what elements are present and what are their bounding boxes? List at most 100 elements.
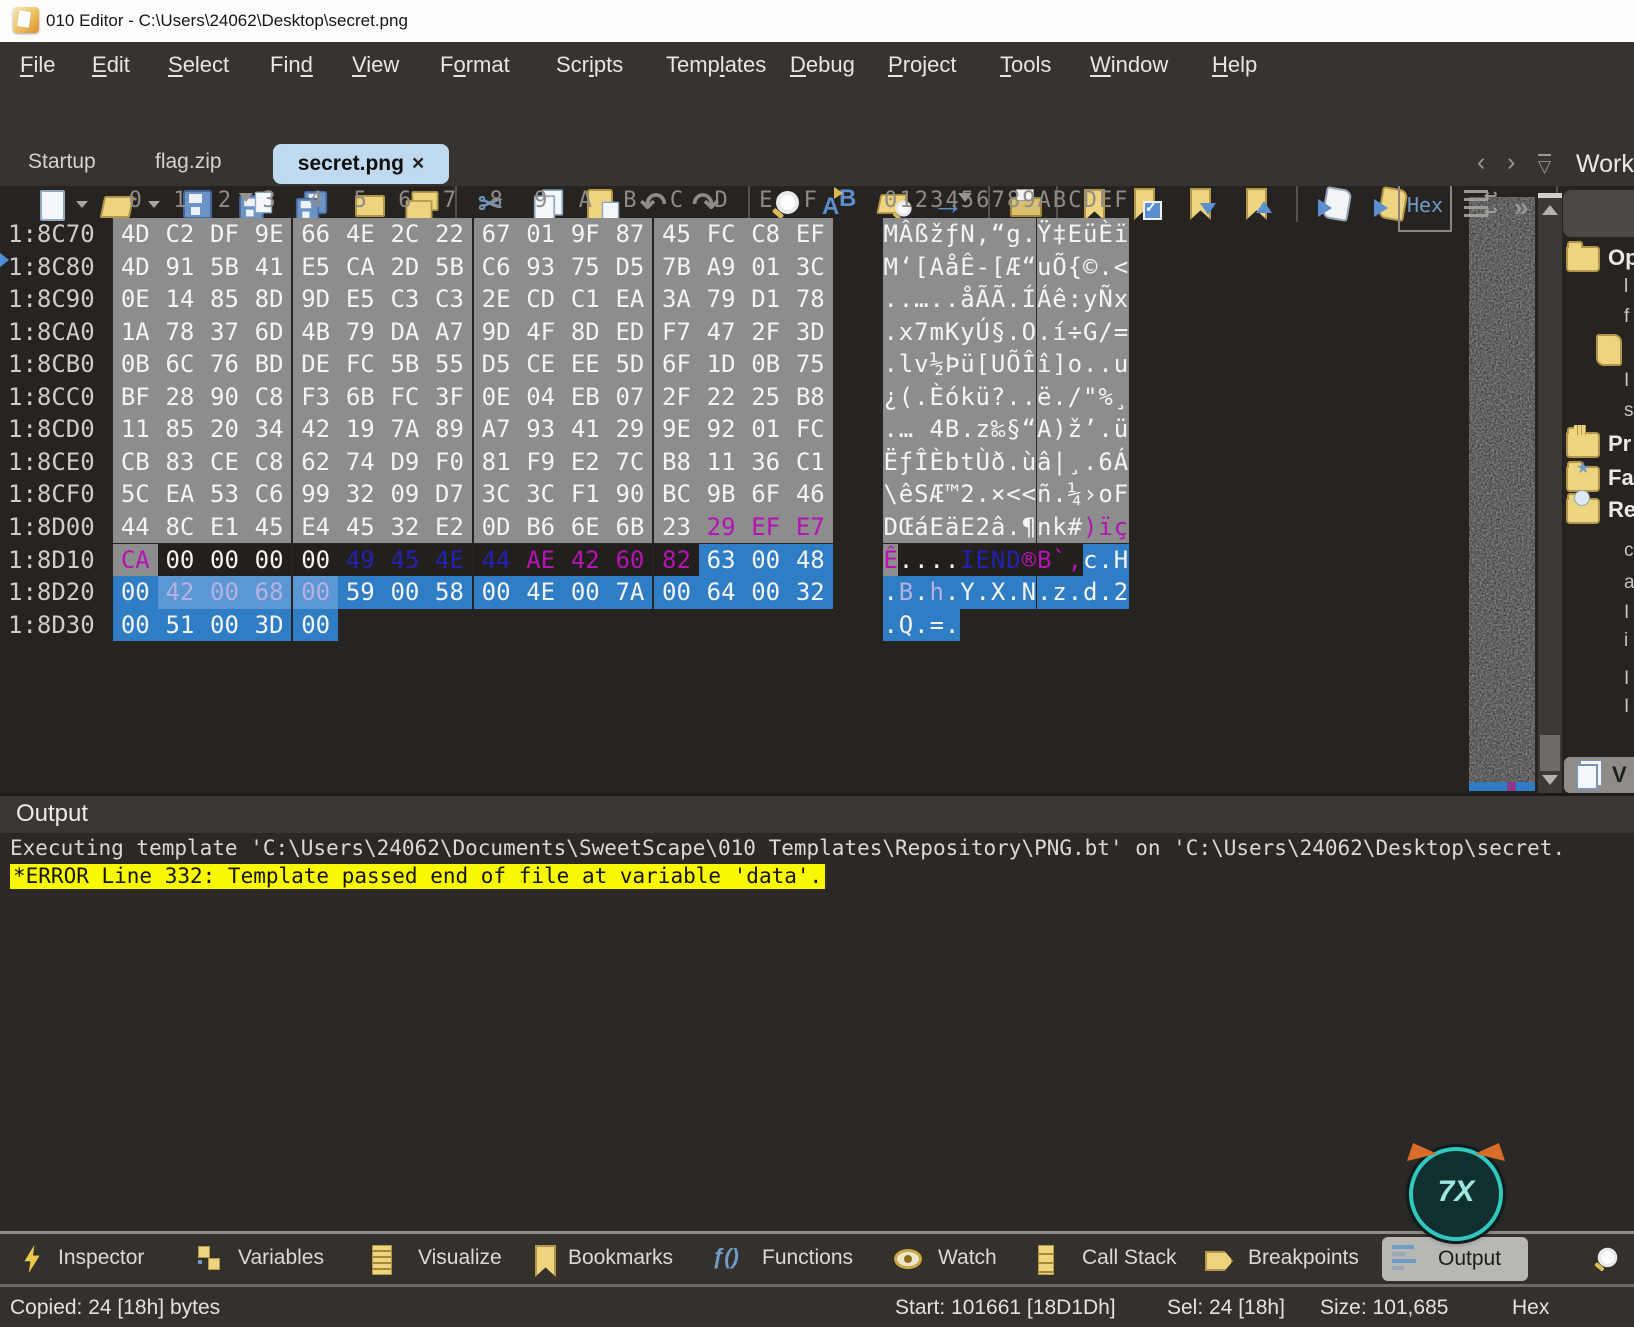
hex-byte[interactable]: CD bbox=[518, 283, 563, 316]
ascii-char[interactable]: k bbox=[1052, 511, 1067, 544]
hex-byte[interactable]: 5B bbox=[383, 348, 428, 381]
hex-byte[interactable]: 14 bbox=[158, 283, 203, 316]
ascii-char[interactable]: Ã bbox=[990, 283, 1005, 316]
hex-byte[interactable]: 41 bbox=[563, 413, 608, 446]
hex-byte[interactable]: ED bbox=[608, 316, 653, 349]
ascii-char[interactable]: . bbox=[929, 283, 944, 316]
output-panel[interactable]: Executing template 'C:\Users\24062\Docum… bbox=[0, 833, 1634, 1231]
ascii-char[interactable]: E bbox=[975, 544, 990, 577]
ascii-char[interactable]: “ bbox=[1021, 251, 1036, 284]
ascii-char[interactable]: ñ bbox=[1037, 478, 1052, 511]
ascii-char[interactable]: 2 bbox=[1113, 576, 1128, 609]
ascii-char[interactable]: Ë bbox=[883, 446, 898, 479]
ascii-char[interactable]: M bbox=[883, 218, 898, 251]
tab-nav-forward-icon[interactable]: › bbox=[1507, 148, 1515, 177]
hex-byte[interactable]: 36 bbox=[743, 446, 788, 479]
ascii-char[interactable]: E bbox=[1067, 218, 1082, 251]
hex-byte[interactable]: 99 bbox=[293, 478, 338, 511]
ascii-char[interactable]: 6 bbox=[1098, 446, 1113, 479]
hex-byte[interactable]: 9E bbox=[247, 218, 292, 251]
ascii-char[interactable]: ü bbox=[1113, 413, 1128, 446]
ascii-char[interactable]: . bbox=[1083, 446, 1098, 479]
hex-byte[interactable]: 2D bbox=[383, 251, 428, 284]
hex-byte[interactable]: 20 bbox=[202, 413, 247, 446]
hex-byte[interactable]: B6 bbox=[518, 511, 563, 544]
ascii-char[interactable]: . bbox=[944, 576, 959, 609]
panel-tab-functions[interactable]: Functions bbox=[762, 1246, 853, 1270]
hex-byte[interactable]: A7 bbox=[474, 413, 519, 446]
file-overview-strip[interactable] bbox=[1469, 197, 1535, 782]
hex-byte[interactable]: C6 bbox=[247, 478, 292, 511]
ascii-char[interactable]: . bbox=[914, 381, 929, 414]
hex-byte[interactable]: 6F bbox=[743, 478, 788, 511]
vertical-scrollbar[interactable] bbox=[1538, 193, 1562, 793]
hex-byte[interactable]: 85 bbox=[202, 283, 247, 316]
hex-byte[interactable]: 53 bbox=[202, 478, 247, 511]
hex-byte[interactable]: 01 bbox=[743, 413, 788, 446]
ascii-char[interactable]: Í bbox=[1021, 283, 1036, 316]
ascii-char[interactable]: - bbox=[975, 251, 990, 284]
hex-byte[interactable]: C3 bbox=[427, 283, 472, 316]
hex-byte[interactable]: 0E bbox=[113, 283, 158, 316]
hex-byte[interactable]: 5B bbox=[427, 251, 472, 284]
hex-byte[interactable]: 42 bbox=[563, 544, 608, 577]
ascii-char[interactable]: . bbox=[883, 283, 898, 316]
ascii-char[interactable]: ] bbox=[1052, 348, 1067, 381]
hex-byte[interactable]: 00 bbox=[743, 544, 788, 577]
hex-byte[interactable]: 00 bbox=[563, 576, 608, 609]
hex-byte[interactable]: F3 bbox=[293, 381, 338, 414]
hex-byte[interactable]: DA bbox=[383, 316, 428, 349]
hex-byte[interactable]: E4 bbox=[293, 511, 338, 544]
hex-byte[interactable]: 87 bbox=[608, 218, 653, 251]
ascii-char[interactable]: H bbox=[1113, 544, 1128, 577]
ascii-char[interactable]: , bbox=[975, 218, 990, 251]
hex-byte[interactable]: 9B bbox=[699, 478, 744, 511]
hex-byte[interactable]: 2F bbox=[743, 316, 788, 349]
hex-byte[interactable]: F1 bbox=[563, 478, 608, 511]
hex-byte[interactable]: 1A bbox=[113, 316, 158, 349]
ascii-char[interactable]: I bbox=[960, 544, 975, 577]
hex-byte[interactable]: 51 bbox=[158, 609, 203, 642]
ascii-char[interactable]: y bbox=[960, 316, 975, 349]
hex-byte[interactable]: EE bbox=[563, 348, 608, 381]
hex-byte[interactable]: 48 bbox=[788, 544, 833, 577]
hex-byte[interactable]: 00 bbox=[293, 576, 338, 609]
hex-byte[interactable]: EA bbox=[158, 478, 203, 511]
tab-flag-zip[interactable]: flag.zip bbox=[155, 150, 222, 174]
hex-byte[interactable]: 3C bbox=[474, 478, 519, 511]
ascii-char[interactable]: ê bbox=[898, 478, 913, 511]
ascii-char[interactable]: z bbox=[1052, 576, 1067, 609]
hex-byte[interactable]: C1 bbox=[563, 283, 608, 316]
ascii-char[interactable]: ÷ bbox=[1067, 316, 1082, 349]
status-mode[interactable]: Hex bbox=[1512, 1296, 1549, 1320]
hex-byte[interactable]: 22 bbox=[699, 381, 744, 414]
ascii-char[interactable]: E bbox=[960, 511, 975, 544]
ascii-char[interactable]: d bbox=[1083, 576, 1098, 609]
hex-byte[interactable]: F0 bbox=[427, 446, 472, 479]
hex-byte[interactable]: 83 bbox=[158, 446, 203, 479]
menu-format[interactable]: Format bbox=[440, 52, 510, 78]
hex-byte[interactable]: C8 bbox=[247, 381, 292, 414]
hex-byte[interactable]: 81 bbox=[474, 446, 519, 479]
hex-byte[interactable]: 34 bbox=[247, 413, 292, 446]
ascii-char[interactable]: ë bbox=[1037, 381, 1052, 414]
ascii-char[interactable]: D bbox=[1006, 544, 1021, 577]
ascii-char[interactable]: Î bbox=[914, 446, 929, 479]
ascii-char[interactable]: È bbox=[929, 446, 944, 479]
hex-byte[interactable]: AE bbox=[518, 544, 563, 577]
hex-byte[interactable]: 00 bbox=[202, 544, 247, 577]
ascii-char[interactable]: . bbox=[975, 576, 990, 609]
ascii-char[interactable]: . bbox=[1098, 348, 1113, 381]
ascii-char[interactable]: h bbox=[929, 576, 944, 609]
ascii-char[interactable]: ž bbox=[1067, 413, 1082, 446]
hex-byte[interactable]: 29 bbox=[608, 413, 653, 446]
ascii-char[interactable]: ™ bbox=[944, 478, 959, 511]
ascii-char[interactable]: ® bbox=[1021, 544, 1036, 577]
ascii-char[interactable]: ê bbox=[1052, 283, 1067, 316]
hex-byte[interactable]: 67 bbox=[474, 218, 519, 251]
ascii-char[interactable]: % bbox=[1098, 381, 1113, 414]
ascii-char[interactable]: / bbox=[1098, 316, 1113, 349]
ascii-char[interactable]: c bbox=[1083, 544, 1098, 577]
hex-byte[interactable]: C3 bbox=[383, 283, 428, 316]
ascii-char[interactable]: › bbox=[1083, 478, 1098, 511]
